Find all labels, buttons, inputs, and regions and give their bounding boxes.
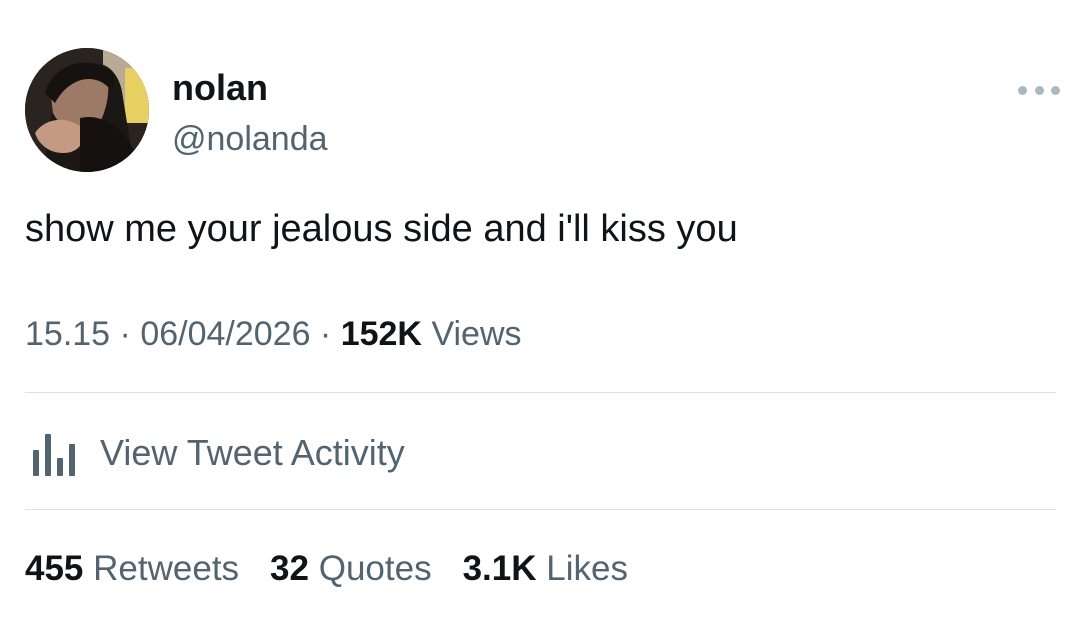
likes-stat[interactable]: 3.1K Likes	[463, 545, 628, 593]
more-dot	[1018, 85, 1027, 95]
engagement-stats: 455 Retweets 32 Quotes 3.1K Likes	[25, 545, 659, 593]
quotes-count: 32	[270, 549, 309, 588]
tweet-text: show me your jealous side and i'll kiss …	[25, 208, 738, 250]
bar-chart-icon	[25, 428, 80, 478]
views-label: Views	[431, 315, 522, 353]
view-tweet-activity-label: View Tweet Activity	[100, 432, 405, 473]
divider	[25, 509, 1056, 510]
likes-count: 3.1K	[462, 549, 537, 588]
views-count: 152K	[340, 315, 422, 353]
display-name[interactable]: nolan	[172, 66, 268, 110]
likes-label: Likes	[546, 549, 628, 588]
more-dot	[1034, 85, 1044, 95]
retweets-stat[interactable]: 455 Retweets	[25, 545, 239, 593]
view-tweet-activity-button[interactable]: View Tweet Activity	[25, 428, 405, 478]
retweets-label: Retweets	[93, 549, 240, 588]
avatar[interactable]	[25, 48, 149, 172]
user-handle[interactable]: @nolanda	[172, 118, 328, 160]
tweet-meta: 15.15 · 06/04/2026 · 152K Views	[25, 311, 522, 357]
quotes-label: Quotes	[318, 549, 432, 588]
quotes-stat[interactable]: 32 Quotes	[270, 545, 432, 593]
tweet-time[interactable]: 15.15	[25, 315, 110, 353]
meta-separator: ·	[110, 315, 141, 353]
retweets-count: 455	[25, 549, 84, 588]
divider	[25, 392, 1056, 393]
tweet-date[interactable]: 06/04/2026	[140, 315, 310, 353]
more-options-icon[interactable]	[1018, 78, 1060, 102]
avatar-image	[25, 48, 149, 172]
meta-separator: ·	[310, 315, 341, 353]
more-dot	[1051, 85, 1060, 95]
